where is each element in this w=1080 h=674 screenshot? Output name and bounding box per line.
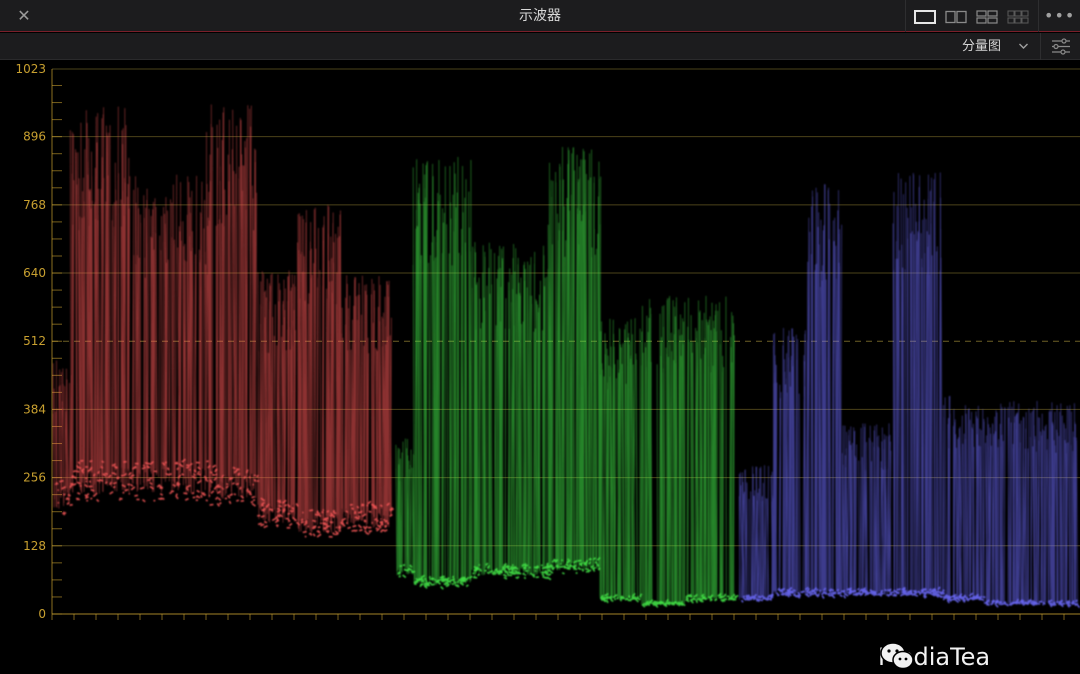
- dual-view-icon: [945, 10, 967, 24]
- y-tick-label: 896: [23, 130, 46, 144]
- quad-view-icon: [976, 10, 998, 24]
- y-tick-label: 1023: [15, 62, 46, 76]
- multi-view-icon: [1007, 10, 1029, 24]
- scope-y-axis-labels: 1023 896 768 640 512 384 256 128 0: [15, 62, 46, 621]
- waveform-channel-b: [738, 172, 1080, 609]
- single-view-button[interactable]: [914, 9, 936, 24]
- title-bar: ✕ 示波器 •••: [0, 0, 1080, 32]
- y-tick-label: 512: [23, 334, 46, 348]
- watermark: MediaTea: [878, 640, 990, 674]
- waveform-traces: [52, 104, 1080, 609]
- scope-mode-select[interactable]: 分量图: [962, 33, 1034, 60]
- multi-view-button[interactable]: [1007, 9, 1029, 24]
- y-tick-label: 256: [23, 471, 46, 485]
- wechat-icon: [880, 642, 914, 670]
- y-tick-label: 128: [23, 539, 46, 553]
- waveform-parade: 1023 896 768 640 512 384 256 128 0: [15, 62, 1080, 621]
- more-horizontal-icon: •••: [1044, 6, 1076, 25]
- quad-view-button[interactable]: [976, 9, 998, 24]
- scope-settings-button[interactable]: [1040, 33, 1080, 60]
- more-button[interactable]: •••: [1044, 6, 1074, 26]
- single-view-icon: [914, 10, 936, 24]
- parade-scope: 1023 896 768 640 512 384 256 128 0 MediaTea: [0, 60, 1080, 671]
- y-tick-label: 384: [23, 402, 46, 416]
- y-tick-label: 0: [38, 607, 46, 621]
- sliders-icon: [1052, 38, 1070, 55]
- dual-view-button[interactable]: [945, 9, 967, 24]
- y-tick-label: 768: [23, 198, 46, 212]
- y-tick-label: 640: [23, 266, 46, 280]
- scope-mode-label: 分量图: [962, 39, 1002, 54]
- scope-toolbar: 分量图: [0, 33, 1080, 60]
- waveform-channel-r: [52, 104, 395, 538]
- layout-selector: [905, 0, 1039, 32]
- waveform-channel-g: [395, 146, 739, 608]
